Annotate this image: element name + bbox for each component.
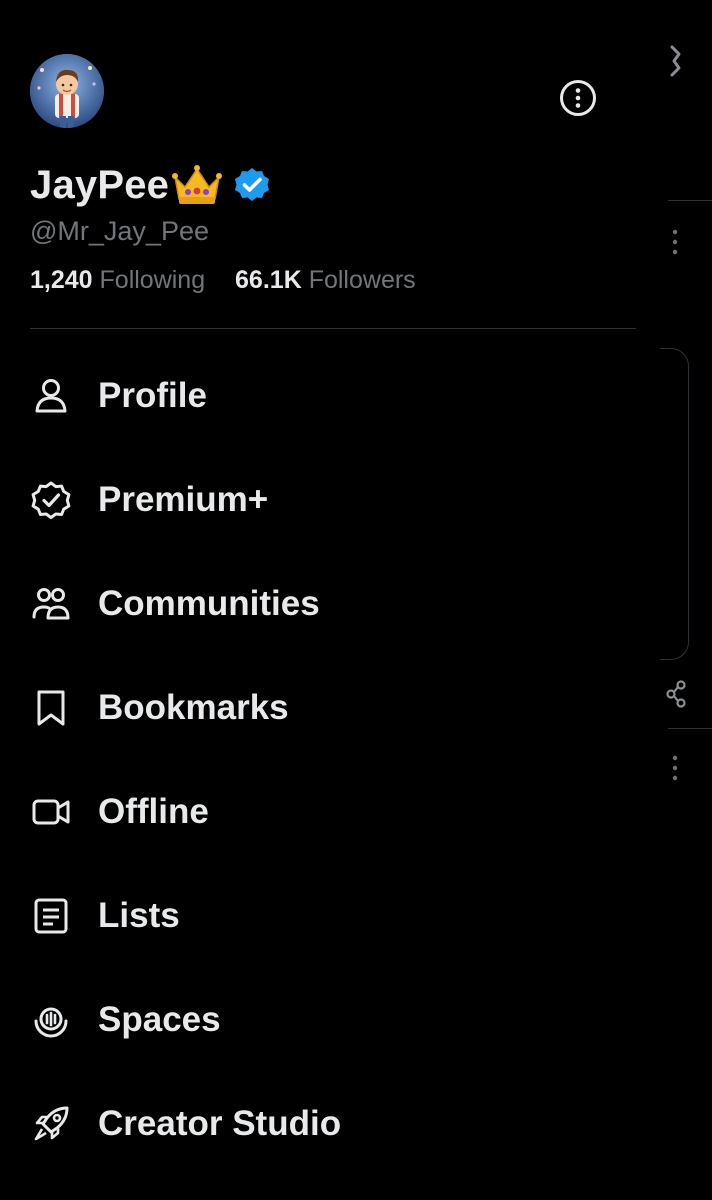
menu-item-label: Lists	[98, 896, 180, 935]
follow-stats: 1,240 Following 66.1K Followers	[30, 266, 416, 295]
menu-item-bookmarks[interactable]: Bookmarks	[0, 656, 660, 760]
menu-item-label: Profile	[98, 376, 207, 415]
side-drawer: JayPee @Mr_Jay_Pee 1,240 Following 66.1K…	[0, 0, 660, 1200]
following-label: Following	[99, 266, 206, 294]
timeline-card	[660, 348, 689, 660]
divider	[668, 728, 712, 729]
menu-item-label: Premium+	[98, 480, 269, 519]
menu-item-label: Bookmarks	[98, 688, 289, 727]
divider	[30, 328, 636, 329]
more-options-button[interactable]	[559, 79, 597, 117]
verified-badge-icon	[30, 479, 72, 521]
followers-count: 66.1K	[235, 266, 302, 294]
menu-item-premium[interactable]: Premium+	[0, 448, 660, 552]
list-icon	[30, 895, 72, 937]
communities-icon	[30, 583, 72, 625]
timeline-peek	[660, 0, 712, 1200]
following-link[interactable]: 1,240 Following	[30, 266, 212, 294]
menu-item-profile[interactable]: Profile	[0, 344, 660, 448]
menu-item-label: Creator Studio	[98, 1104, 342, 1143]
display-name[interactable]: JayPee	[30, 163, 169, 208]
name-row: JayPee	[30, 160, 271, 210]
more-vertical-icon	[560, 80, 596, 116]
person-icon	[30, 375, 72, 417]
followers-label: Followers	[308, 266, 416, 294]
spaces-mic-icon	[30, 999, 72, 1041]
menu-item-label: Offline	[98, 792, 209, 831]
divider	[668, 200, 712, 201]
following-count: 1,240	[30, 266, 93, 294]
verified-badge-icon[interactable]	[233, 166, 271, 204]
menu-item-offline[interactable]: Offline	[0, 760, 660, 864]
more-dots-icon	[672, 229, 678, 255]
nav-menu: Profile Premium+ Communities Bookmarks O	[0, 344, 660, 1176]
avatar[interactable]	[30, 54, 104, 128]
rocket-icon	[30, 1103, 72, 1145]
menu-item-communities[interactable]: Communities	[0, 552, 660, 656]
menu-item-spaces[interactable]: Spaces	[0, 968, 660, 1072]
followers-link[interactable]: 66.1K Followers	[235, 266, 416, 294]
crown-emoji-icon	[172, 165, 223, 204]
bookmark-icon	[30, 687, 72, 729]
share-icon	[666, 680, 686, 708]
user-handle: @Mr_Jay_Pee	[30, 216, 209, 246]
menu-item-creator-studio[interactable]: Creator Studio	[0, 1072, 660, 1176]
menu-item-lists[interactable]: Lists	[0, 864, 660, 968]
menu-item-label: Communities	[98, 584, 320, 623]
more-dots-icon	[672, 755, 678, 781]
menu-item-label: Spaces	[98, 1000, 221, 1039]
video-camera-icon	[30, 791, 72, 833]
chevron-right-icon	[670, 45, 681, 77]
